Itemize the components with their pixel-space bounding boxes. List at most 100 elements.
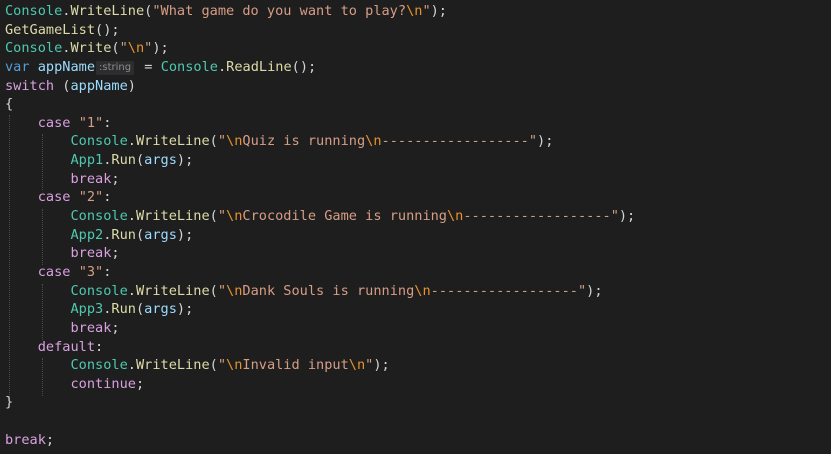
escape-token: \n — [226, 208, 243, 225]
string-token: " — [119, 40, 128, 57]
punct-token: ( — [54, 77, 71, 94]
punct-token: . — [127, 357, 136, 374]
class-token: Console — [5, 3, 63, 19]
punct-token: ( — [135, 152, 145, 169]
punct-token: . — [217, 58, 227, 75]
escape-token: \n — [406, 3, 423, 19]
punct-token: ) — [127, 77, 136, 94]
string-token: ------------------" — [381, 133, 538, 150]
code-line-20: Console.WriteLine("\nInvalid input\n"); — [5, 356, 635, 375]
code-editor[interactable]: Console.WriteLine("What game do you want… — [0, 0, 831, 454]
punct-token: ( — [209, 282, 218, 299]
method-token: GetGameList — [5, 21, 96, 38]
variable-token: args — [144, 152, 177, 169]
punct-token: ; — [111, 170, 120, 187]
escape-token: \n — [127, 40, 145, 57]
punct-token: . — [127, 133, 136, 150]
control-keyword-token: break — [70, 245, 112, 262]
escape-token: \n — [226, 133, 243, 150]
string-token: " — [217, 208, 227, 225]
punct-token: = — [136, 58, 161, 75]
punct-token: ); — [176, 226, 194, 243]
code-line-3: Console.Write("\n"); — [5, 39, 635, 58]
punct-token: (); — [95, 21, 120, 38]
code-line-11: case "2": — [5, 188, 635, 207]
class-token: App2 — [70, 226, 104, 243]
method-token: WriteLine — [135, 357, 210, 374]
string-token: Dank Souls is running — [242, 282, 415, 299]
code-line-8: Console.WriteLine("\nQuiz is running\n--… — [5, 132, 635, 151]
string-token: Quiz is running — [242, 133, 366, 150]
class-token: Console — [70, 357, 128, 374]
punct-token: ( — [209, 133, 218, 150]
punct-token: } — [5, 394, 14, 411]
punct-token: ( — [135, 301, 145, 318]
escape-token: \n — [226, 357, 243, 374]
method-token: WriteLine — [70, 3, 145, 19]
punct-token: ; — [45, 431, 55, 448]
code-line-17: App3.Run(args); — [5, 300, 635, 319]
code-line-7: case "1": — [5, 114, 635, 133]
class-token: Console — [160, 58, 218, 75]
string-token: " — [422, 3, 431, 19]
control-keyword-token: switch — [5, 77, 55, 94]
string-token: Invalid input — [242, 357, 349, 374]
punct-token: : — [103, 189, 112, 206]
variable-token: args — [144, 226, 177, 243]
punct-token: ); — [176, 301, 194, 318]
string-token: " — [217, 133, 227, 150]
escape-token: \n — [447, 208, 464, 225]
punct-token: ( — [209, 208, 218, 225]
escape-token: \n — [348, 357, 366, 374]
control-keyword-token: default — [37, 338, 96, 355]
type-inlay-hint: :string — [96, 60, 135, 75]
code-line-10: break; — [5, 170, 635, 189]
control-keyword-token: break — [70, 170, 112, 187]
punct-token: ); — [618, 208, 636, 225]
control-keyword-token: break — [70, 319, 112, 336]
class-token: Console — [70, 133, 128, 150]
control-keyword-token: continue — [70, 375, 136, 392]
string-token: Crocodile Game is running — [242, 208, 447, 225]
punct-token — [71, 189, 79, 205]
punct-token — [30, 59, 38, 75]
string-token: "What game do you want to play? — [152, 3, 407, 19]
code-line-14: break; — [5, 244, 635, 263]
code-line-12: Console.WriteLine("\nCrocodile Game is r… — [5, 207, 635, 226]
class-token: App1 — [70, 152, 104, 169]
code-line-24: break; — [5, 431, 635, 450]
punct-token: ( — [135, 226, 145, 243]
method-token: Write — [70, 40, 112, 57]
method-token: WriteLine — [135, 282, 210, 299]
variable-token: args — [144, 301, 177, 318]
string-token: "2" — [78, 189, 104, 206]
code-line-18: break; — [5, 319, 635, 338]
code-line-9: App1.Run(args); — [5, 151, 635, 170]
control-keyword-token: case — [37, 263, 71, 280]
punct-token: ); — [430, 3, 447, 19]
punct-token: : — [103, 114, 112, 131]
punct-token: ); — [373, 357, 390, 374]
escape-token: \n — [414, 282, 431, 299]
method-token: Run — [111, 152, 136, 169]
control-keyword-token: case — [37, 189, 71, 206]
string-token: ------------------" — [430, 282, 587, 299]
method-token: Run — [111, 301, 136, 318]
code-line-19: default: — [5, 338, 635, 357]
code-line-6: { — [5, 95, 635, 114]
code-line-22: } — [5, 393, 635, 412]
punct-token — [71, 115, 79, 131]
punct-token: ; — [111, 319, 120, 336]
variable-token: appName — [70, 77, 128, 94]
